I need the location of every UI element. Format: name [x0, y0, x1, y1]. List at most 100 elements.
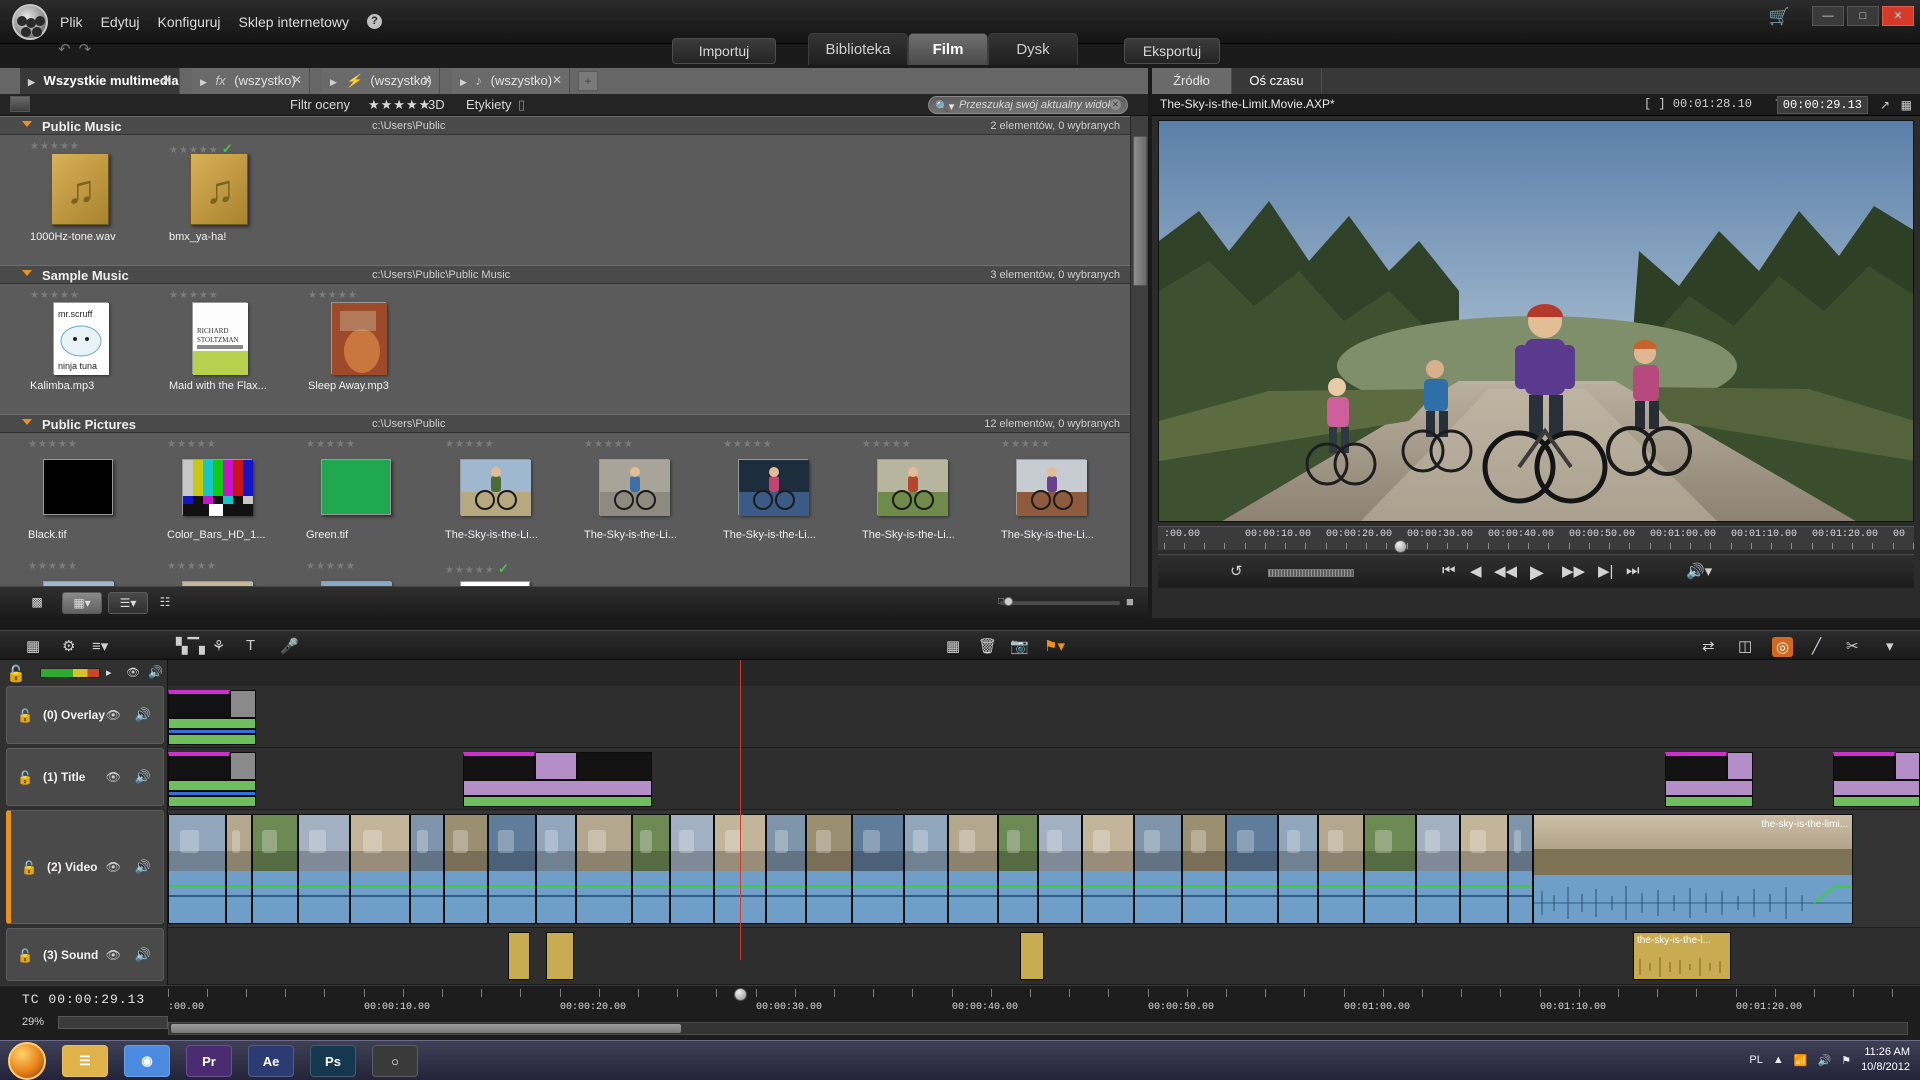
- media-thumbnail[interactable]: ★★★★★ The-Sky-is-the-Li...: [723, 439, 823, 541]
- start-orb-icon[interactable]: [8, 1042, 46, 1080]
- library-group-body[interactable]: ★★★★★ 1000Hz-tone.wav ★★★★★✓ bmx_ya-ha!: [0, 135, 1148, 265]
- video-clip[interactable]: [1460, 814, 1508, 924]
- track-header-overlay[interactable]: 🔓 (0) Overlay 👁 🔊: [6, 686, 164, 744]
- lock-icon[interactable]: 🔓: [6, 666, 26, 683]
- video-clip[interactable]: [350, 814, 410, 924]
- cart-icon[interactable]: 🛒: [1769, 7, 1790, 27]
- eye-icon[interactable]: 👁: [106, 770, 121, 784]
- overlay-audio-2[interactable]: [168, 734, 256, 745]
- media-thumbnail[interactable]: ★★★★★ The-Sky-is-the-Li...: [1001, 439, 1101, 541]
- overlay-transition-1[interactable]: [230, 690, 256, 718]
- rating-stars[interactable]: ★★★★★ ✓: [169, 141, 269, 156]
- sound-clip-1[interactable]: [508, 932, 530, 980]
- scrollbar-thumb-horizontal[interactable]: [171, 1024, 681, 1033]
- import-button[interactable]: Importuj: [672, 38, 776, 64]
- video-clip[interactable]: [806, 814, 852, 924]
- title-clip-7[interactable]: [1833, 752, 1895, 780]
- track-header-video[interactable]: 🔓 (2) Video 👁 🔊: [6, 810, 164, 924]
- title-clip-3[interactable]: [535, 752, 577, 780]
- settings-icon[interactable]: ⚙: [62, 637, 75, 655]
- media-thumbnail[interactable]: ★★★★★ ✓: [445, 561, 545, 586]
- timeline-timecode[interactable]: TC 00:00:29.13: [22, 992, 145, 1007]
- rating-stars[interactable]: ★★★★★ ✓: [445, 561, 545, 576]
- preview-playhead-handle[interactable]: [1394, 540, 1407, 553]
- rating-stars[interactable]: ★★★★★: [368, 97, 431, 113]
- rating-stars[interactable]: ★★★★★: [445, 439, 545, 451]
- snapshot-icon[interactable]: 📷: [1010, 637, 1029, 655]
- library-group-body[interactable]: ★★★★★ mr.scruff ninja tuna Kalimba.mp3 ★★★★★…: [0, 284, 1148, 414]
- video-clip[interactable]: [298, 814, 350, 924]
- tab-film[interactable]: Film: [908, 33, 988, 65]
- preview-timecode[interactable]: 00:00:29.13: [1776, 96, 1868, 114]
- timeline-tracks[interactable]: the-sky-is-the-limi... the-sky-is-the-l.…: [168, 660, 1920, 985]
- rating-stars[interactable]: ★★★★★: [306, 561, 406, 573]
- video-clip[interactable]: [948, 814, 998, 924]
- scrollbar-thumb[interactable]: [1133, 136, 1147, 286]
- title-clip-4[interactable]: [577, 752, 652, 780]
- audio-mixer-icon[interactable]: ▚▔▖: [176, 637, 211, 655]
- title-icon[interactable]: T: [246, 637, 255, 654]
- rating-stars[interactable]: ★★★★★: [30, 141, 130, 153]
- preview-scrubber[interactable]: [1268, 569, 1354, 577]
- rating-stars[interactable]: ★★★★★: [584, 439, 684, 451]
- next-button[interactable]: ▶|: [1598, 562, 1613, 580]
- title-audio-7[interactable]: [1833, 796, 1920, 807]
- tab-timeline[interactable]: Oś czasu: [1232, 68, 1322, 94]
- timeline-playhead-handle[interactable]: [734, 988, 747, 1001]
- split-view-icon[interactable]: ▦: [1901, 98, 1912, 112]
- library-group-header[interactable]: Public Music c:\Users\Public 2 elementów, …: [0, 116, 1130, 135]
- grid-view-button[interactable]: ▦▾: [62, 592, 102, 614]
- speaker-icon[interactable]: 🔊: [148, 665, 163, 679]
- search-input[interactable]: 🔍▾ Przeszukaj swój aktualny widok ✕: [928, 96, 1128, 114]
- close-icon[interactable]: ✕: [162, 68, 172, 93]
- show-hidden-icon[interactable]: ▲: [1773, 1054, 1784, 1066]
- rating-stars[interactable]: ★★★★★: [169, 290, 269, 302]
- rating-stars[interactable]: ★★★★★: [306, 439, 406, 451]
- close-icon[interactable]: ✕: [292, 68, 302, 93]
- track-lane-overlay[interactable]: [168, 686, 1920, 748]
- title-clip-2[interactable]: [463, 752, 535, 780]
- eye-icon[interactable]: 👁: [106, 948, 121, 962]
- clear-search-icon[interactable]: ✕: [1110, 99, 1121, 110]
- menu-item-edit[interactable]: Edytuj: [101, 14, 140, 30]
- media-thumbnail[interactable]: ★★★★★ Black.tif: [28, 439, 128, 541]
- video-clip[interactable]: [1278, 814, 1318, 924]
- step-back-button[interactable]: ◀◀: [1494, 562, 1517, 580]
- tags-label[interactable]: Etykiety: [466, 97, 512, 112]
- tab-dysk[interactable]: Dysk: [988, 33, 1078, 65]
- fit-timeline-icon[interactable]: ⇄: [1702, 637, 1715, 655]
- video-clip[interactable]: [168, 814, 226, 924]
- premiere-icon[interactable]: Pr: [186, 1045, 232, 1077]
- video-clip[interactable]: [904, 814, 948, 924]
- lock-icon[interactable]: 🔓: [17, 770, 33, 786]
- lock-icon[interactable]: 🔓: [17, 708, 33, 724]
- media-thumbnail[interactable]: ★★★★★ Sleep Away.mp3: [308, 290, 408, 392]
- library-panel-icon[interactable]: ▩: [24, 592, 50, 614]
- video-clip[interactable]: [1416, 814, 1460, 924]
- title-transition-1[interactable]: [230, 752, 256, 780]
- tags-toggle-icon[interactable]: ▯: [518, 97, 525, 113]
- title-body-7[interactable]: [1833, 780, 1920, 796]
- menu-item-settings[interactable]: Konfiguruj: [157, 14, 220, 30]
- lock-icon[interactable]: 🔓: [21, 860, 37, 876]
- timeline-horizontal-scrollbar[interactable]: [168, 1022, 1908, 1035]
- media-thumbnail[interactable]: ★★★★★ 1000Hz-tone.wav: [30, 141, 130, 243]
- video-clip[interactable]: [576, 814, 632, 924]
- last-frame-button[interactable]: ⏭: [1626, 562, 1640, 579]
- video-clip[interactable]: [444, 814, 488, 924]
- video-clip[interactable]: [1318, 814, 1364, 924]
- sound-clip-far[interactable]: the-sky-is-the-l...: [1633, 932, 1731, 980]
- title-clip-8[interactable]: [1895, 752, 1920, 780]
- video-clip[interactable]: [1364, 814, 1416, 924]
- chrome-icon[interactable]: ◉: [124, 1045, 170, 1077]
- more-icon[interactable]: ▾: [1886, 637, 1894, 655]
- video-clip[interactable]: [852, 814, 904, 924]
- filter-3d-label[interactable]: 3D: [428, 97, 445, 112]
- rating-stars[interactable]: ★★★★★: [1001, 439, 1101, 451]
- menu-item-store[interactable]: Sklep internetowy: [239, 14, 350, 30]
- title-audio-1[interactable]: [168, 780, 256, 791]
- photoshop-icon[interactable]: Ps: [310, 1045, 356, 1077]
- collapse-icon[interactable]: [22, 270, 32, 276]
- video-clip[interactable]: [1508, 814, 1533, 924]
- trash-icon[interactable]: 🗑: [978, 637, 997, 655]
